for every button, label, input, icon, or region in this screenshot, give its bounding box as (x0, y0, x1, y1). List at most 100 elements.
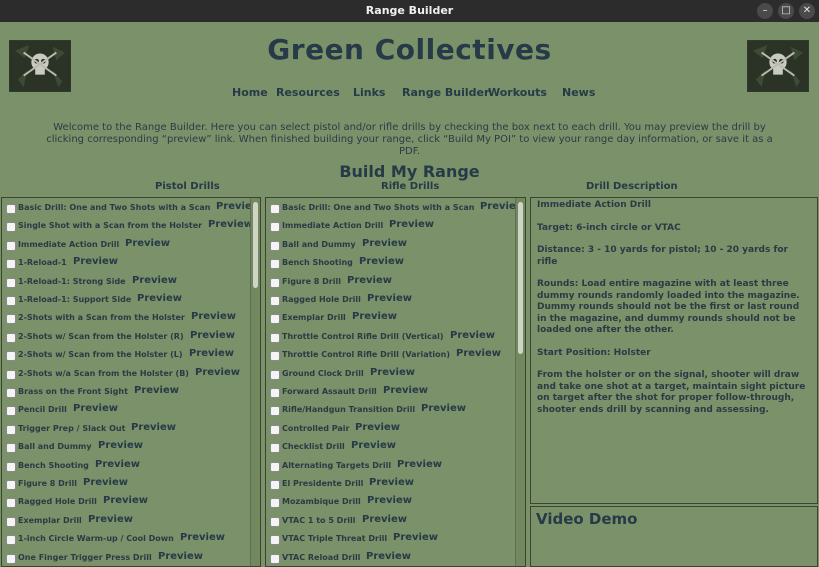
rifle-drill-checkbox-icon[interactable] (270, 314, 280, 325)
nav-workouts[interactable]: Workouts (488, 86, 547, 99)
rifle-drill-checkbox-icon[interactable] (270, 277, 280, 288)
pistol-drill-checkbox-icon[interactable] (6, 480, 16, 490)
pistol-drill-preview-link[interactable]: Preview (73, 256, 118, 267)
rifle-drill-preview-link[interactable]: Preview (366, 551, 411, 562)
rifle-drill-preview-link[interactable]: Preview (355, 422, 400, 433)
rifle-drill-preview-link[interactable]: Preview (393, 532, 438, 543)
rifle-scrollbar[interactable] (515, 198, 525, 566)
pistol-drill-preview-link[interactable]: Preview (180, 532, 225, 543)
pistol-drill-preview-link[interactable]: Preview (134, 385, 179, 396)
pistol-drill-checkbox-icon[interactable] (6, 314, 16, 325)
pistol-drill-preview-link[interactable]: Preview (98, 440, 143, 451)
nav-home[interactable]: Home (232, 86, 268, 99)
rifle-drill-preview-link[interactable]: Preview (352, 311, 397, 322)
pistol-drill-label: 1-inch Circle Warm-up / Cool Down (18, 534, 174, 544)
rifle-drill-checkbox-icon[interactable] (270, 424, 280, 435)
pistol-drill-preview-link[interactable]: Preview (137, 293, 182, 304)
pistol-drill-checkbox-icon[interactable] (6, 516, 16, 527)
pistol-drill-preview-link[interactable]: Preview (131, 422, 176, 433)
rifle-drill-checkbox-icon[interactable] (270, 388, 280, 398)
pistol-drill-preview-link[interactable]: Preview (195, 367, 240, 378)
pistol-drill-preview-link[interactable]: Preview (83, 477, 128, 488)
rifle-drill-checkbox-icon[interactable] (270, 240, 280, 251)
pistol-drill-label: Ragged Hole Drill (18, 497, 97, 507)
pistol-drill-preview-link[interactable]: Preview (191, 311, 236, 322)
pistol-drill-preview-link[interactable]: Preview (132, 275, 177, 286)
pistol-scroll-thumb[interactable] (253, 202, 258, 288)
rifle-drill-checkbox-icon[interactable] (270, 369, 280, 380)
rifle-drill-preview-link[interactable]: Preview (456, 348, 501, 359)
nav-range-builder[interactable]: Range Builder (402, 86, 489, 99)
rifle-drill-checkbox-icon[interactable] (270, 406, 280, 417)
pistol-drill-preview-link[interactable]: Preview (189, 348, 234, 359)
rifle-drill-checkbox-icon[interactable] (270, 443, 280, 454)
pistol-drill-checkbox-icon[interactable] (6, 424, 16, 435)
pistol-drill-preview-link[interactable]: Preview (103, 495, 148, 506)
pistol-drill-checkbox-icon[interactable] (6, 498, 16, 509)
nav-news[interactable]: News (562, 86, 595, 99)
rifle-drill-checkbox-icon[interactable] (270, 480, 280, 490)
rifle-drill-label: Ball and Dummy (282, 239, 356, 249)
nav-links[interactable]: Links (353, 86, 385, 99)
rifle-drill-preview-link[interactable]: Preview (389, 219, 434, 230)
rifle-drill-preview-link[interactable]: Preview (397, 459, 442, 470)
pistol-scrollbar[interactable] (250, 198, 260, 566)
rifle-drill-preview-link[interactable]: Preview (370, 367, 415, 378)
pistol-drill-checkbox-icon[interactable] (6, 204, 16, 214)
pistol-drill-preview-link[interactable]: Preview (190, 330, 235, 341)
pistol-drill-checkbox-icon[interactable] (6, 222, 16, 233)
pistol-drill-checkbox-icon[interactable] (6, 259, 16, 270)
rifle-drill-preview-link[interactable]: Preview (369, 477, 414, 488)
pistol-drill-checkbox-icon[interactable] (6, 535, 16, 546)
pistol-drill-preview-link[interactable]: Preview (88, 514, 133, 525)
rifle-drill-checkbox-icon[interactable] (270, 296, 280, 306)
rifle-drill-preview-link[interactable]: Preview (347, 275, 392, 286)
pistol-drill-checkbox-icon[interactable] (6, 277, 16, 288)
rifle-drill-checkbox-icon[interactable] (270, 222, 280, 233)
pistol-drill-checkbox-icon[interactable] (6, 296, 16, 306)
rifle-drill-label: Throttle Control Rifle Drill (Vertical) (282, 331, 444, 341)
pistol-drill-checkbox-icon[interactable] (6, 369, 16, 380)
pistol-drill-checkbox-icon[interactable] (6, 553, 16, 564)
rifle-drill-checkbox-icon[interactable] (270, 498, 280, 509)
minimize-button[interactable]: – (757, 3, 773, 19)
pistol-drill-preview-link[interactable]: Preview (158, 551, 203, 562)
rifle-drill-preview-link[interactable]: Preview (421, 403, 466, 414)
rifle-drill-preview-link[interactable]: Preview (450, 330, 495, 341)
pistol-drill-checkbox-icon[interactable] (6, 388, 16, 398)
rifle-drill-preview-link[interactable]: Preview (362, 514, 407, 525)
rifle-drill-checkbox-icon[interactable] (270, 516, 280, 527)
pistol-drill-preview-link[interactable]: Preview (208, 219, 253, 230)
rifle-drill-preview-link[interactable]: Preview (362, 238, 407, 249)
pistol-drill-checkbox-icon[interactable] (6, 332, 16, 343)
pistol-drill-preview-link[interactable]: Preview (73, 403, 118, 414)
rifle-drill-checkbox-icon[interactable] (270, 535, 280, 546)
rifle-drill-preview-link[interactable]: Preview (351, 440, 396, 451)
pistol-drill-checkbox-icon[interactable] (6, 443, 16, 454)
pistol-drill-preview-link[interactable]: Preview (95, 459, 140, 470)
pistol-drill-checkbox-icon[interactable] (6, 351, 16, 362)
rifle-drill-checkbox-icon[interactable] (270, 351, 280, 362)
rifle-drill-label: Immediate Action Drill (282, 221, 384, 231)
rifle-drill-checkbox-icon[interactable] (270, 204, 280, 214)
rifle-drill-checkbox-icon[interactable] (270, 553, 280, 564)
rifle-drill-preview-link[interactable]: Preview (367, 293, 412, 304)
rifle-drill-preview-link[interactable]: Preview (383, 385, 428, 396)
rifle-drill-label: Checklist Drill (282, 442, 345, 452)
pistol-drill-checkbox-icon[interactable] (6, 406, 16, 417)
rifle-drill-checkbox-icon[interactable] (270, 259, 280, 270)
rifle-drill-preview-link[interactable]: Preview (359, 256, 404, 267)
rifle-drill-preview-link[interactable]: Preview (367, 495, 412, 506)
pistol-drill-preview-link[interactable]: Preview (125, 238, 170, 249)
maximize-button[interactable]: □ (778, 3, 794, 19)
rifle-scroll-thumb[interactable] (518, 202, 523, 354)
nav-resources[interactable]: Resources (276, 86, 340, 99)
pistol-drill-label: Pencil Drill (18, 405, 67, 415)
pistol-drill-checkbox-icon[interactable] (6, 461, 16, 472)
pistol-drill-checkbox-icon[interactable] (6, 240, 16, 251)
rifle-drill-label: Forward Assault Drill (282, 387, 377, 396)
description-rounds: Rounds: Load entire magazine with at lea… (537, 279, 800, 335)
rifle-drill-checkbox-icon[interactable] (270, 461, 280, 472)
rifle-drill-checkbox-icon[interactable] (270, 332, 280, 343)
close-button[interactable]: ✕ (799, 3, 815, 19)
